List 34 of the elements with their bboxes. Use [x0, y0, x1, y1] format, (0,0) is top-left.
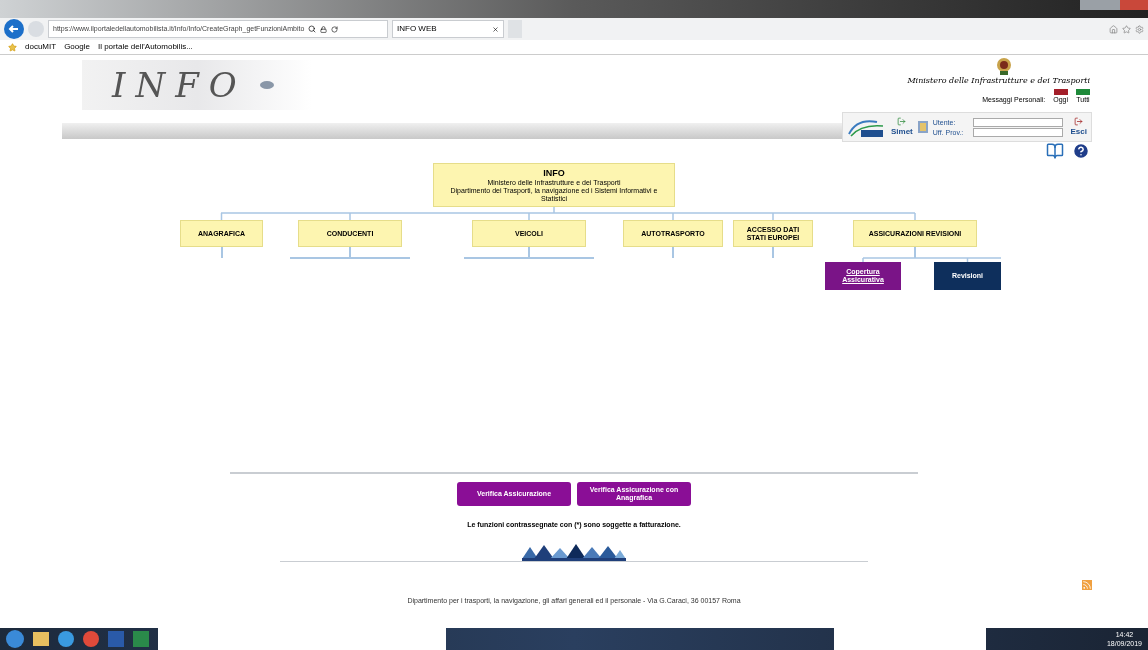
- help-icon[interactable]: [1072, 142, 1090, 160]
- favorites-icon[interactable]: [1122, 24, 1131, 34]
- tab-title: INFO WEB: [397, 23, 438, 35]
- favorite-link[interactable]: Google: [64, 41, 90, 53]
- manual-icon[interactable]: [1046, 142, 1064, 160]
- start-button[interactable]: [6, 630, 24, 648]
- home-icon[interactable]: [1109, 24, 1118, 34]
- app-label[interactable]: Simet: [891, 125, 913, 138]
- input-field[interactable]: [972, 127, 1063, 137]
- exit-icon[interactable]: [1074, 116, 1084, 126]
- message-badge: [1076, 89, 1090, 95]
- ministry-name: Ministero delle Infrastrutture e dei Trasporti: [907, 75, 1090, 87]
- favorite-link[interactable]: Il portale dell'Automobilis...: [97, 41, 193, 53]
- browser-taskbar-icon[interactable]: [58, 631, 74, 647]
- enter-icon[interactable]: [897, 116, 907, 126]
- favorite-link[interactable]: docuMIT: [25, 41, 57, 53]
- user-icon: [916, 120, 929, 134]
- back-button[interactable]: [4, 19, 24, 39]
- add-favorite-icon[interactable]: [8, 42, 17, 52]
- settings-icon[interactable]: [1135, 24, 1144, 34]
- browser-tab[interactable]: INFO WEB: [392, 20, 504, 38]
- forward-button[interactable]: [28, 21, 44, 37]
- message-badge: [1053, 89, 1068, 95]
- refresh-icon[interactable]: [331, 25, 339, 33]
- logo-text: INFO: [112, 63, 247, 107]
- rss-icon[interactable]: [1082, 579, 1092, 590]
- root-title: INFO: [543, 167, 565, 178]
- input-field[interactable]: [972, 117, 1063, 127]
- search-icon[interactable]: [308, 25, 317, 33]
- lock-icon: [320, 25, 328, 33]
- close-icon[interactable]: [492, 25, 499, 33]
- back-arrow-icon: [8, 23, 20, 35]
- exit-link[interactable]: Esci: [1070, 125, 1087, 138]
- emblem-icon: [996, 57, 1012, 75]
